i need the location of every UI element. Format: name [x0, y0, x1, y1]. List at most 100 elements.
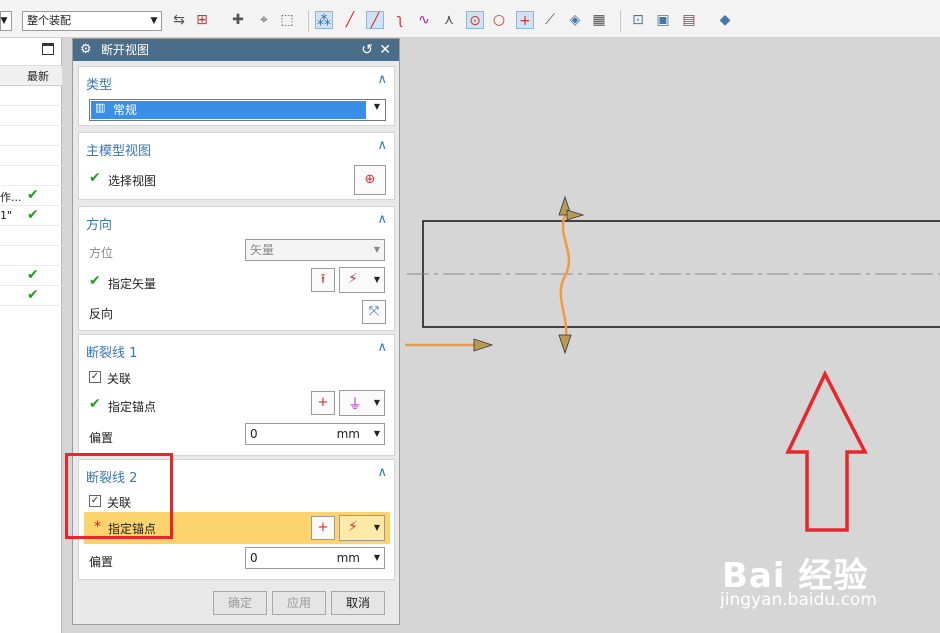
navigator-row[interactable]: [0, 146, 62, 166]
ok-button[interactable]: 确定: [213, 591, 267, 615]
navigator-row[interactable]: 作... ✔: [0, 186, 62, 206]
assembly-scope-combo[interactable]: 整个装配 ▼: [22, 11, 162, 31]
collapse-icon[interactable]: ∧: [377, 72, 387, 87]
box-select-icon[interactable]: ⬚: [278, 11, 296, 29]
circle-icon[interactable]: ○: [490, 11, 508, 29]
anchor-type-dropdown-2[interactable]: ⚡ ▼: [339, 515, 385, 541]
break-line-1-section: 断裂线 1 ∧ ✓ 关联 ✔ 指定锚点 + ⏚ ▼ 偏置 0 mm ▼: [78, 334, 395, 456]
baidu-watermark-url: jingyan.baidu.com: [720, 590, 877, 610]
center-icon[interactable]: ⊙: [466, 11, 484, 29]
direction-arrow-icon: [473, 338, 494, 352]
snap-point-icon[interactable]: ⊞: [193, 11, 211, 29]
offset-unit-2: mm: [336, 551, 360, 565]
anchor-type-dropdown-1[interactable]: ⏚ ▼: [339, 390, 385, 416]
navigator-row[interactable]: [0, 166, 62, 186]
point-on-curve-icon[interactable]: ╱: [366, 11, 384, 29]
break-line-1-header[interactable]: 断裂线 1: [86, 342, 137, 361]
offset-input-2[interactable]: 0 mm ▼: [245, 547, 385, 569]
navigator-row[interactable]: [0, 246, 62, 266]
type-section-header[interactable]: 类型: [86, 74, 112, 93]
chevron-down-icon: ▼: [373, 275, 380, 284]
endpoint-icon: ⏚: [348, 397, 362, 413]
vector-icon[interactable]: ⟋: [541, 11, 559, 29]
column-latest-label: 最新: [27, 70, 49, 83]
chevron-down-icon: ▼: [150, 16, 158, 26]
check-icon: ✔: [27, 187, 39, 203]
model-view-section: 主模型视图 ∧ ✔ 选择视图 ⊕: [78, 132, 395, 200]
zoom-icon[interactable]: ⊡: [629, 11, 647, 29]
graphics-window[interactable]: [401, 38, 940, 633]
dialog-title: 断开视图: [101, 43, 150, 57]
assembly-scope-value: 整个装配: [27, 14, 71, 27]
reset-icon[interactable]: ↺: [361, 39, 373, 61]
offset-input-1[interactable]: 0 mm ▼: [245, 423, 385, 445]
type-select[interactable]: 常规 ▥ ▼: [89, 99, 386, 121]
navigator-column-header: 最新: [0, 66, 62, 86]
spline-icon[interactable]: ∿: [415, 11, 433, 29]
navigator-row[interactable]: [0, 106, 62, 126]
close-icon[interactable]: ✕: [379, 39, 391, 61]
dialog-title-bar: ⚙ 断开视图 ↺ ✕: [73, 39, 399, 61]
layer-icon[interactable]: ▤: [680, 11, 698, 29]
display-icon[interactable]: ◆: [716, 11, 734, 29]
break-line-curve: [559, 214, 571, 344]
navigator-row[interactable]: ✔: [0, 286, 62, 306]
specify-vector-label[interactable]: 指定矢量: [108, 275, 156, 292]
chevron-down-icon: ▼: [373, 553, 380, 562]
navigator-row[interactable]: [0, 86, 62, 106]
view-icon[interactable]: ◈: [566, 11, 584, 29]
type-section: 类型 ∧ 常规 ▥ ▼: [78, 66, 395, 126]
filter-combo[interactable]: ▼: [0, 11, 12, 31]
navigator-row[interactable]: 1" ✔: [0, 206, 62, 226]
collapse-icon[interactable]: ∧: [377, 212, 387, 227]
maximize-icon[interactable]: [42, 43, 54, 55]
line-icon[interactable]: ╱: [341, 11, 359, 29]
offset-label-1: 偏置: [89, 431, 114, 445]
cross-icon[interactable]: +: [516, 11, 534, 29]
select-filter-icon[interactable]: ⇆: [170, 11, 188, 29]
chevron-down-icon: ▼: [373, 102, 380, 111]
direction-section-header[interactable]: 方向: [86, 214, 112, 233]
direction-section: 方向 ∧ 方位 矢量 ▼ ✔ 指定矢量 ⭱ ⚡ ▼ 反向 ⤧: [78, 206, 395, 331]
point-dialog-icon: +: [317, 395, 329, 410]
break-type-icon: ▥: [95, 101, 106, 114]
associative-checkbox-1[interactable]: ✓: [89, 371, 101, 383]
vector-dialog-button[interactable]: ⭱: [311, 268, 335, 292]
type-select-value: 常规: [91, 101, 366, 119]
main-toolbar: ▼ 整个装配 ▼ ⇆ ⊞ ✚ ⌖ ⬚ ⁂ ╱ ╱ ʅ ∿ ⋏ ⊙ ○ + ⟋ ◈…: [0, 0, 940, 38]
anchor-label-1[interactable]: 指定锚点: [108, 398, 156, 415]
curve-icon[interactable]: ʅ: [391, 11, 409, 29]
inferred-vector-icon: ⚡: [348, 271, 358, 287]
inferred-point-icon: ⚡: [348, 519, 358, 535]
vertex-snap-icon[interactable]: ⁂: [315, 11, 333, 29]
point-dialog-button-2[interactable]: +: [311, 516, 335, 540]
midpoint-icon[interactable]: ⌖: [255, 11, 273, 29]
navigator-row[interactable]: [0, 226, 62, 246]
check-icon: ✔: [89, 396, 101, 412]
vector-type-dropdown[interactable]: ⚡ ▼: [339, 267, 385, 293]
offset-value-2: 0: [250, 551, 258, 565]
collapse-icon[interactable]: ∧: [377, 138, 387, 153]
reverse-direction-button[interactable]: ⤧: [362, 300, 386, 324]
apply-button[interactable]: 应用: [272, 591, 326, 615]
offset-label-2: 偏置: [89, 555, 114, 569]
select-view-button[interactable]: ⊕: [354, 165, 386, 195]
gear-icon[interactable]: ⚙: [80, 39, 92, 61]
intersection-icon[interactable]: ⋏: [440, 11, 458, 29]
navigator-row[interactable]: [0, 126, 62, 146]
model-view-section-header[interactable]: 主模型视图: [86, 140, 151, 159]
render-icon[interactable]: ▣: [654, 11, 672, 29]
collapse-icon[interactable]: ∧: [377, 465, 387, 480]
point-dialog-button-1[interactable]: +: [311, 391, 335, 415]
orientation-select[interactable]: 矢量 ▼: [245, 239, 385, 261]
cancel-button[interactable]: 取消: [331, 591, 385, 615]
break-arrow-down-icon: [558, 334, 572, 355]
select-view-label[interactable]: 选择视图: [108, 172, 156, 189]
reverse-direction-icon: ⤧: [368, 304, 380, 319]
navigator-row[interactable]: ✔: [0, 266, 62, 286]
collapse-icon[interactable]: ∧: [377, 340, 387, 355]
check-icon: ✔: [89, 273, 101, 289]
chevron-down-icon: ▼: [0, 16, 8, 26]
grid-icon[interactable]: ▦: [590, 11, 608, 29]
endpoint-icon[interactable]: ✚: [229, 11, 247, 29]
